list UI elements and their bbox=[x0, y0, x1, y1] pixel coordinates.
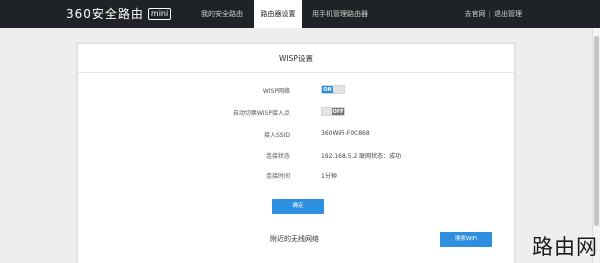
toggle-state-on: ON bbox=[322, 86, 333, 93]
nearby-networks-title: 附近的无线网络 bbox=[270, 235, 319, 243]
top-right-links: 去官网 | 退出管理 bbox=[465, 0, 522, 28]
wisp-network-toggle[interactable]: ON bbox=[321, 85, 345, 94]
tab-mobile-management[interactable]: 用手机管理路由器 bbox=[308, 0, 372, 28]
scrollbar-thumb[interactable] bbox=[594, 36, 599, 226]
search-wifi-button[interactable]: 搜索WiFi bbox=[440, 232, 492, 247]
connection-time-value: 1分钟 bbox=[321, 173, 337, 180]
official-site-link[interactable]: 去官网 bbox=[465, 10, 486, 18]
brand-logo[interactable]: 360安全路由 mini bbox=[66, 6, 172, 22]
wisp-settings-panel: WISP设置 WISP网络 ON 自动切换WISP接入点 OFF 接入SSID … bbox=[77, 43, 515, 263]
ssid-value: 360WiFi-F0C868 bbox=[321, 130, 370, 137]
tab-my-router[interactable]: 我的安全路由 bbox=[196, 0, 248, 28]
panel-title: WISP设置 bbox=[78, 44, 514, 73]
toggle-state-off: OFF bbox=[332, 108, 344, 115]
logout-link[interactable]: 退出管理 bbox=[494, 10, 522, 18]
wisp-network-label: WISP网络 bbox=[262, 88, 290, 95]
page-scrollbar[interactable] bbox=[592, 28, 600, 263]
ssid-label: 接入SSID bbox=[263, 132, 290, 139]
connection-status-value: 192.168.5.2 联网状态：成功 bbox=[321, 153, 402, 160]
brand-badge: mini bbox=[147, 8, 172, 20]
connection-status-label: 连接状态 bbox=[265, 153, 290, 160]
connection-time-label: 连接时间 bbox=[265, 173, 290, 180]
auto-switch-label: 自动切换WISP接入点 bbox=[232, 110, 290, 117]
site-watermark: 路由网 bbox=[532, 235, 598, 259]
confirm-button[interactable]: 确定 bbox=[272, 199, 324, 214]
brand-name: 360安全路由 bbox=[66, 7, 144, 21]
tab-router-settings[interactable]: 路由器设置 bbox=[254, 0, 302, 28]
auto-switch-toggle[interactable]: OFF bbox=[321, 107, 345, 116]
top-nav-bar: 360安全路由 mini 我的安全路由 路由器设置 用手机管理路由器 去官网 | 退出… bbox=[0, 0, 600, 28]
nav-separator: | bbox=[488, 10, 491, 18]
